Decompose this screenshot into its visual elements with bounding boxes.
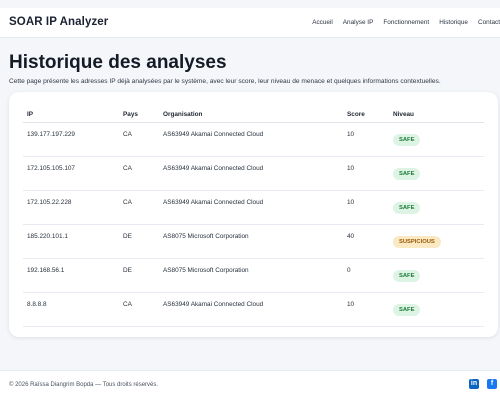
navbar: SOAR IP Analyzer Accueil Analyse IP Fonc… bbox=[0, 8, 500, 38]
status-badge: SAFE bbox=[393, 304, 421, 316]
table-row: 8.8.8.8 CA AS63949 Akamai Connected Cloud 1… bbox=[23, 292, 484, 327]
column-header-score: Score bbox=[343, 106, 389, 123]
column-header-niveau: Niveau bbox=[389, 106, 484, 123]
cell-pays: CA bbox=[119, 156, 159, 191]
cell-score: 10 bbox=[343, 122, 389, 157]
cell-niveau: SUSPICIOUS bbox=[389, 224, 484, 259]
cell-niveau: SAFE bbox=[389, 258, 484, 293]
history-table: IP Pays Organisation Score Niveau 139.17… bbox=[23, 106, 484, 327]
cell-ip: 172.105.105.107 bbox=[23, 156, 119, 191]
cell-score: 10 bbox=[343, 190, 389, 225]
status-badge: SAFE bbox=[393, 202, 421, 214]
nav-link-accueil[interactable]: Accueil bbox=[312, 19, 333, 26]
cell-organisation: AS8075 Microsoft Corporation bbox=[159, 224, 343, 259]
column-header-pays: Pays bbox=[119, 106, 159, 123]
footer: © 2026 Raïssa Diangrim Bopda — Tous droi… bbox=[0, 370, 500, 401]
status-badge: SAFE bbox=[393, 270, 421, 282]
table-row: 172.105.105.107 CA AS63949 Akamai Connecte… bbox=[23, 156, 484, 191]
cell-niveau: SAFE bbox=[389, 292, 484, 327]
cell-organisation: AS63949 Akamai Connected Cloud bbox=[159, 190, 343, 225]
footer-copyright: © 2026 Raïssa Diangrim Bopda — Tous droi… bbox=[9, 382, 159, 388]
cell-pays: CA bbox=[119, 122, 159, 157]
nav-link-contact[interactable]: Contact bbox=[478, 19, 500, 26]
cell-score: 0 bbox=[343, 258, 389, 293]
cell-organisation: AS63949 Akamai Connected Cloud bbox=[159, 156, 343, 191]
nav-link-fonctionnement[interactable]: Fonctionnement bbox=[383, 19, 429, 26]
nav-link-analyse-ip[interactable]: Analyse IP bbox=[343, 19, 374, 26]
cell-niveau: SAFE bbox=[389, 190, 484, 225]
cell-organisation: AS8075 Microsoft Corporation bbox=[159, 258, 343, 293]
cell-pays: DE bbox=[119, 224, 159, 259]
cell-niveau: SAFE bbox=[389, 122, 484, 157]
nav-link-historique[interactable]: Historique bbox=[439, 19, 468, 26]
cell-pays: CA bbox=[119, 190, 159, 225]
column-header-organisation: Organisation bbox=[159, 106, 343, 123]
cell-ip: 139.177.197.229 bbox=[23, 122, 119, 157]
cell-score: 40 bbox=[343, 224, 389, 259]
column-header-ip: IP bbox=[23, 106, 119, 123]
cell-organisation: AS63949 Akamai Connected Cloud bbox=[159, 292, 343, 327]
table-header-row: IP Pays Organisation Score Niveau bbox=[23, 106, 484, 123]
page-title: Historique des analyses bbox=[9, 52, 227, 73]
cell-niveau: SAFE bbox=[389, 156, 484, 191]
status-badge: SUSPICIOUS bbox=[393, 236, 441, 248]
table-row: 192.168.56.1 DE AS8075 Microsoft Corporati… bbox=[23, 258, 484, 293]
cell-ip: 172.105.22.228 bbox=[23, 190, 119, 225]
cell-organisation: AS63949 Akamai Connected Cloud bbox=[159, 122, 343, 157]
cell-ip: 192.168.56.1 bbox=[23, 258, 119, 293]
linkedin-icon[interactable]: in bbox=[469, 379, 479, 389]
cell-score: 10 bbox=[343, 156, 389, 191]
cell-ip: 8.8.8.8 bbox=[23, 292, 119, 327]
cell-pays: DE bbox=[119, 258, 159, 293]
cell-ip: 185.220.101.1 bbox=[23, 224, 119, 259]
table-row: 172.105.22.228 CA AS63949 Akamai Connected… bbox=[23, 190, 484, 225]
cell-score: 10 bbox=[343, 292, 389, 327]
cell-pays: CA bbox=[119, 292, 159, 327]
page-intro: Cette page présente les adresses IP déjà… bbox=[9, 78, 441, 85]
nav-links: Accueil Analyse IP Fonctionnement Histor… bbox=[302, 19, 500, 26]
table-row: 139.177.197.229 CA AS63949 Akamai Connecte… bbox=[23, 122, 484, 157]
table-row: 185.220.101.1 DE AS8075 Microsoft Corporat… bbox=[23, 224, 484, 259]
history-card: IP Pays Organisation Score Niveau 139.17… bbox=[9, 92, 498, 337]
status-badge: SAFE bbox=[393, 134, 421, 146]
brand-title[interactable]: SOAR IP Analyzer bbox=[9, 16, 108, 28]
status-badge: SAFE bbox=[393, 168, 421, 180]
facebook-icon[interactable]: f bbox=[487, 379, 497, 389]
